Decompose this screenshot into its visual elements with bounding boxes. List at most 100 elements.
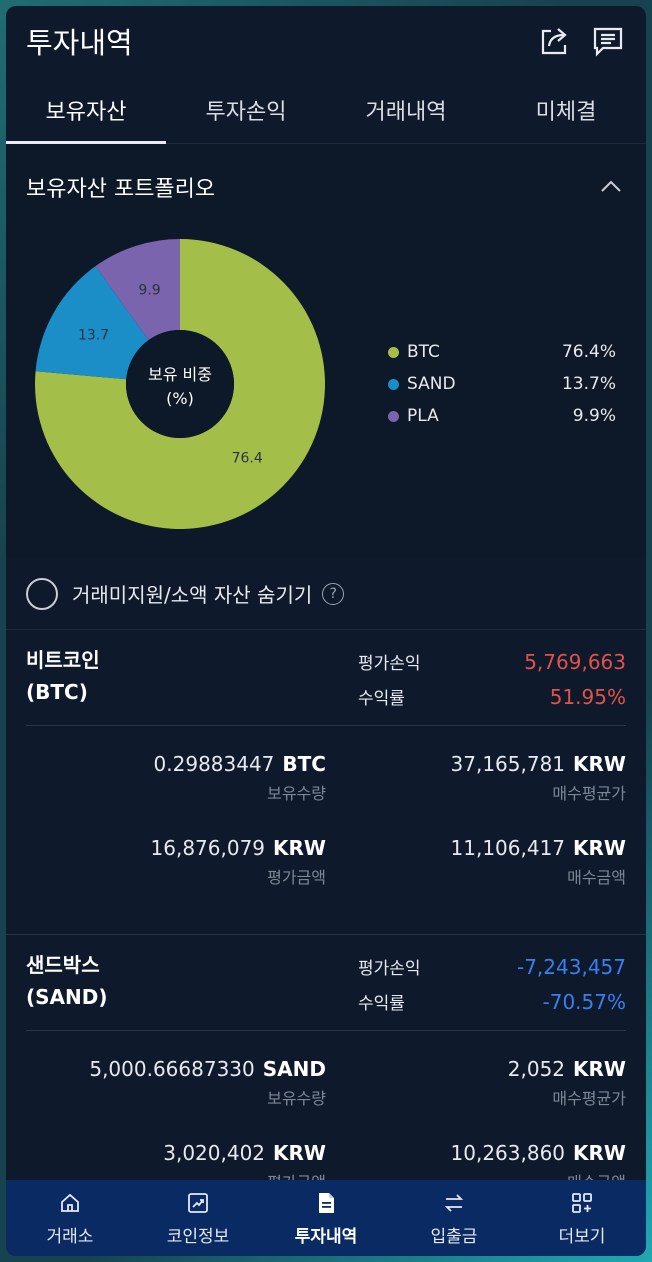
- average-buy-price-value: 37,165,781: [450, 752, 566, 776]
- legend-item-sand: SAND 13.7%: [388, 368, 616, 400]
- return-rate-row: 수익률 51.95%: [358, 679, 626, 714]
- average-buy-price-label: 매수평균가: [552, 784, 626, 803]
- portfolio-header[interactable]: 보유자산 포트폴리오: [6, 144, 646, 230]
- asset-korean-name: 비트코인: [26, 648, 100, 672]
- nav-exchange[interactable]: 거래소: [6, 1180, 134, 1256]
- asset-name: 비트코인 (BTC): [26, 644, 358, 725]
- average-buy-price-unit: KRW: [573, 1057, 626, 1081]
- asset-name: 샌드박스 (SAND): [26, 949, 358, 1030]
- return-rate-row: 수익률 -70.57%: [358, 984, 626, 1019]
- holding-quantity-unit: BTC: [282, 752, 326, 776]
- legend-name: SAND: [407, 374, 456, 394]
- legend-value: 76.4%: [561, 342, 616, 362]
- buy-amount-value: 10,263,860: [450, 1141, 566, 1165]
- holding-quantity-label: 보유수량: [267, 1089, 326, 1108]
- legend-value: 13.7%: [561, 374, 616, 394]
- home-icon: [57, 1190, 83, 1216]
- legend-value: 9.9%: [572, 406, 616, 426]
- portfolio-title: 보유자산 포트폴리오: [26, 177, 216, 202]
- holding-quantity: 0.29883447 BTC 보유수량: [26, 748, 326, 832]
- buy-amount-value: 11,106,417: [450, 836, 566, 860]
- legend-dot: [388, 410, 399, 422]
- holding-quantity-label: 보유수량: [267, 784, 326, 803]
- asset-korean-name: 샌드박스: [26, 953, 100, 977]
- average-buy-price: 37,165,781 KRW 매수평균가: [326, 748, 626, 832]
- tab-pending-orders[interactable]: 미체결: [486, 76, 646, 143]
- evaluation-amount-value: 16,876,079: [150, 836, 266, 860]
- profit-loss-label: 평가손익: [358, 959, 421, 979]
- evaluation-amount: 16,876,079 KRW 평가금액: [26, 832, 326, 916]
- tab-bar: 보유자산 투자손익 거래내역 미체결: [6, 76, 646, 144]
- radio-button[interactable]: [26, 577, 58, 610]
- nav-deposit-withdraw[interactable]: 입출금: [390, 1180, 518, 1256]
- buy-amount-unit: KRW: [573, 1141, 626, 1165]
- return-rate-value: -70.57%: [542, 989, 626, 1014]
- profit-loss-row: 평가손익 -7,243,457: [358, 949, 626, 984]
- holding-quantity-unit: SAND: [262, 1057, 326, 1081]
- asset-header: 비트코인 (BTC) 평가손익 5,769,663 수익률 51.95%: [26, 630, 626, 726]
- share-icon[interactable]: [534, 21, 574, 61]
- page-title: 투자내역: [26, 26, 133, 60]
- top-bar: 투자내역: [6, 6, 646, 76]
- return-rate-value: 51.95%: [549, 684, 626, 709]
- profit-loss-row: 평가손익 5,769,663: [358, 644, 626, 679]
- nav-label: 입출금: [430, 1226, 478, 1247]
- tab-trade-history[interactable]: 거래내역: [326, 76, 486, 143]
- help-icon[interactable]: ?: [322, 582, 345, 605]
- asset-metrics: 0.29883447 BTC 보유수량 37,165,781 KRW 매수평균가 1…: [26, 726, 626, 934]
- asset-symbol: (SAND): [26, 985, 108, 1009]
- profit-block: 평가손익 -7,243,457 수익률 -70.57%: [358, 949, 626, 1030]
- average-buy-price-label: 매수평균가: [552, 1089, 626, 1108]
- evaluation-amount-unit: KRW: [273, 836, 326, 860]
- nav-label: 더보기: [558, 1226, 606, 1247]
- nav-label: 투자내역: [294, 1226, 358, 1247]
- nav-investment-history[interactable]: 투자내역: [262, 1180, 390, 1256]
- profit-loss-value: -7,243,457: [516, 954, 626, 979]
- average-buy-price-value: 2,052: [507, 1057, 566, 1081]
- more-grid-icon: [569, 1190, 595, 1216]
- donut-center: [126, 330, 234, 438]
- chevron-up-icon[interactable]: [596, 172, 626, 202]
- data-label-sand: 13.7: [78, 328, 109, 344]
- hide-small-assets-toggle[interactable]: 거래미지원/소액 자산 숨기기 ?: [6, 558, 646, 630]
- app-screen: 투자내역 보유자산 투자손익 거래내역 미체결 보유자산 포트폴리오 76.4 …: [6, 6, 646, 1256]
- return-rate-label: 수익률: [358, 689, 405, 709]
- asset-symbol: (BTC): [26, 680, 88, 704]
- nav-label: 거래소: [46, 1226, 94, 1247]
- profit-loss-value: 5,769,663: [524, 649, 626, 674]
- holding-quantity-value: 0.29883447: [153, 752, 275, 776]
- return-rate-label: 수익률: [358, 994, 405, 1014]
- average-buy-price-unit: KRW: [573, 752, 626, 776]
- message-icon[interactable]: [588, 21, 628, 61]
- chart-icon: [185, 1190, 211, 1216]
- profit-block: 평가손익 5,769,663 수익률 51.95%: [358, 644, 626, 725]
- portfolio-section: 보유자산 포트폴리오 76.4 13.7 9.9 보유 비중 (%) BTC 76.4%…: [6, 144, 646, 558]
- transfer-icon: [441, 1190, 467, 1216]
- legend-dot: [388, 346, 399, 358]
- evaluation-amount-value: 3,020,402: [163, 1141, 266, 1165]
- nav-label: 코인정보: [166, 1226, 230, 1247]
- profit-loss-label: 평가손익: [358, 654, 421, 674]
- data-label-pla: 9.9: [138, 282, 160, 298]
- legend-name: PLA: [407, 406, 439, 426]
- buy-amount-label: 매수금액: [567, 868, 626, 887]
- legend-dot: [388, 378, 399, 390]
- legend-item-pla: PLA 9.9%: [388, 400, 616, 432]
- donut-center-unit: (%): [166, 389, 194, 408]
- chart-legend: BTC 76.4% SAND 13.7% PLA 9.9%: [388, 336, 616, 432]
- holding-quantity: 5,000.66687330 SAND 보유수량: [26, 1053, 326, 1137]
- tab-holdings[interactable]: 보유자산: [6, 76, 166, 144]
- nav-coin-info[interactable]: 코인정보: [134, 1180, 262, 1256]
- tab-profit-loss[interactable]: 투자손익: [166, 76, 326, 143]
- document-icon: [313, 1190, 339, 1216]
- legend-item-btc: BTC 76.4%: [388, 336, 616, 368]
- evaluation-amount-label: 평가금액: [267, 868, 326, 887]
- average-buy-price: 2,052 KRW 매수평균가: [326, 1053, 626, 1137]
- hide-small-assets-label: 거래미지원/소액 자산 숨기기: [72, 583, 313, 607]
- donut-center-label: 보유 비중: [148, 365, 212, 384]
- holding-quantity-value: 5,000.66687330: [89, 1057, 255, 1081]
- legend-name: BTC: [407, 342, 440, 362]
- portfolio-donut-chart: 76.4 13.7 9.9 보유 비중 (%): [35, 239, 326, 529]
- bottom-navigation: 거래소 코인정보 투자내역 입출금 더보기: [6, 1180, 646, 1256]
- nav-more[interactable]: 더보기: [518, 1180, 646, 1256]
